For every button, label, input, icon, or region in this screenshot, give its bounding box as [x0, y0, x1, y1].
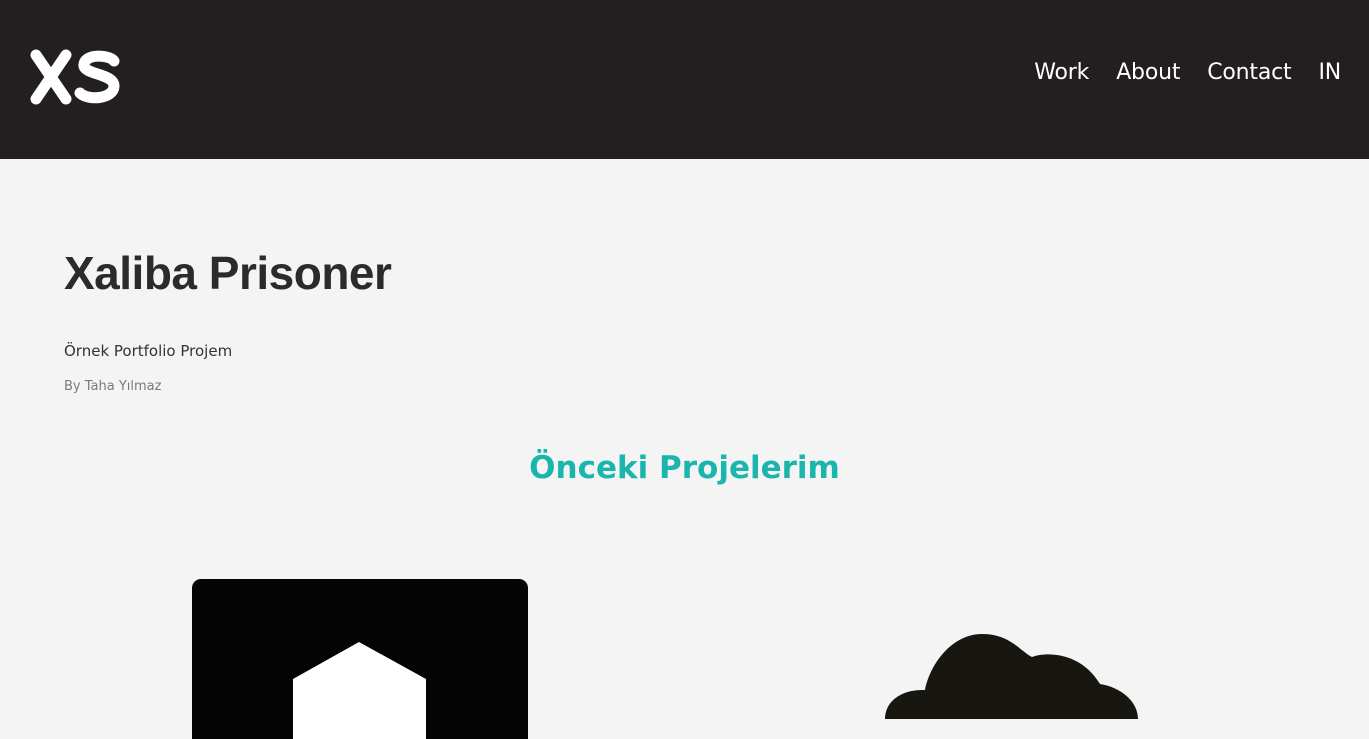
site-header: Work About Contact IN	[0, 0, 1369, 159]
nav-contact-link[interactable]: Contact	[1207, 60, 1291, 85]
cloud-icon[interactable]	[880, 629, 1145, 719]
project-author: By Taha Yılmaz	[64, 379, 162, 394]
nav-about-link[interactable]: About	[1116, 60, 1180, 85]
project-card-1[interactable]	[192, 579, 528, 739]
hexagon-icon	[293, 642, 426, 739]
xs-logo[interactable]	[30, 47, 122, 105]
nav-in-link[interactable]: IN	[1318, 60, 1341, 85]
project-title: Xaliba Prisoner	[64, 247, 392, 299]
main-content: Xaliba Prisoner Örnek Portfolio Projem B…	[0, 159, 1369, 739]
previous-projects-heading: Önceki Projelerim	[529, 450, 840, 486]
nav-work-link[interactable]: Work	[1034, 60, 1089, 85]
project-subtitle: Örnek Portfolio Projem	[64, 342, 233, 360]
main-nav: Work About Contact IN	[1034, 60, 1341, 85]
